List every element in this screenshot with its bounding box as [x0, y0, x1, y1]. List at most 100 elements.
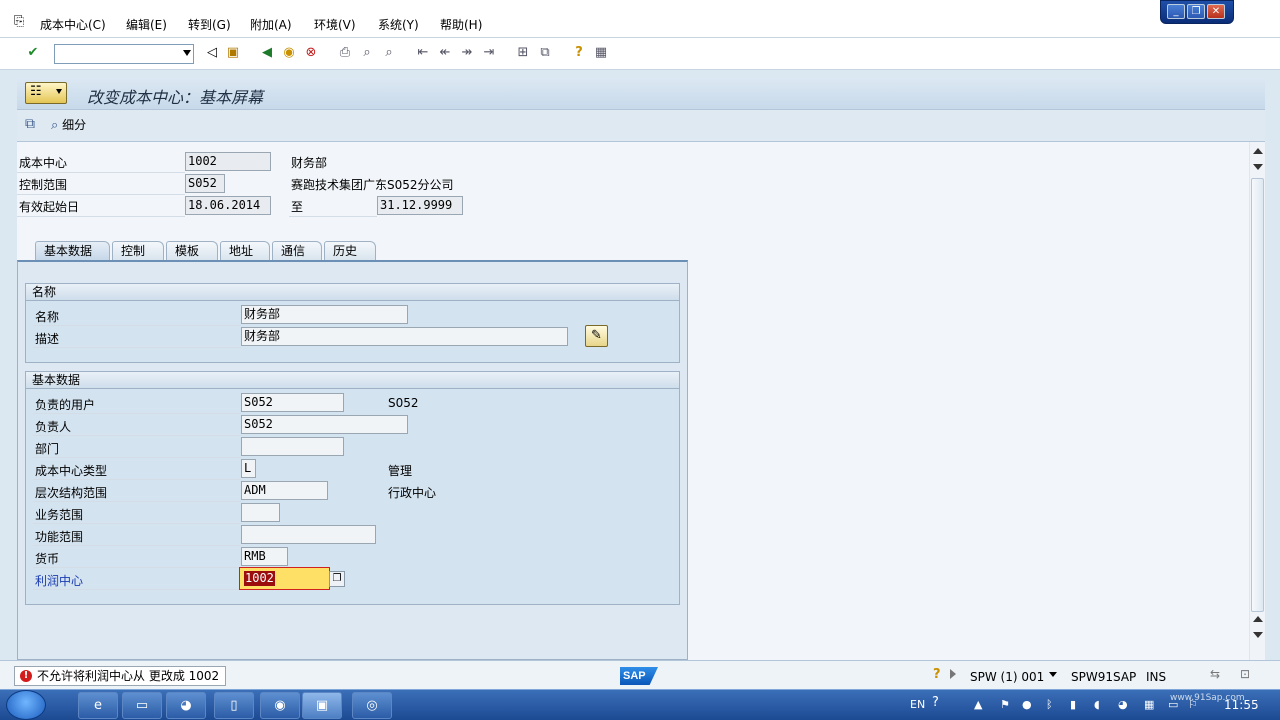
scroll-up-icon[interactable]: [1253, 148, 1263, 154]
create-session-icon[interactable]: ⊞: [514, 44, 532, 62]
title-bar: ☷ 改变成本中心：基本屏幕: [17, 78, 1265, 110]
vertical-scrollbar[interactable]: [1250, 142, 1265, 660]
controlling-area-field[interactable]: S052: [185, 174, 225, 193]
enter-check-icon[interactable]: ✔: [24, 44, 42, 62]
next-page-icon[interactable]: ↠: [458, 44, 476, 62]
cost-center-label: 成本中心: [19, 156, 68, 170]
user-responsible-field[interactable]: S052: [241, 393, 344, 412]
cancel-icon[interactable]: ⊗: [302, 44, 320, 62]
qq-icon[interactable]: ◕: [166, 692, 206, 719]
status-message-text: 不允许将利润中心从 更改成 1002: [37, 669, 220, 683]
start-button[interactable]: [6, 690, 46, 720]
qq-tray-icon[interactable]: ◕: [1118, 698, 1128, 711]
menu-extras[interactable]: 附加(A): [250, 16, 292, 33]
organize-icon[interactable]: ⧉: [25, 116, 35, 132]
transaction-menu-button[interactable]: ☷: [25, 82, 67, 104]
scroll-down-icon[interactable]: [1253, 632, 1263, 638]
menu-help[interactable]: 帮助(H): [440, 16, 482, 33]
tab-address[interactable]: 地址: [220, 241, 270, 261]
print-icon[interactable]: ⎙: [336, 44, 354, 62]
language-indicator[interactable]: EN: [910, 698, 925, 711]
menu-icon: ☷: [30, 84, 42, 99]
scroll-down-icon[interactable]: [1253, 164, 1263, 170]
restore-button[interactable]: ❐: [1187, 4, 1205, 19]
tab-history[interactable]: 历史: [324, 241, 376, 261]
basic-data-group-title: 基本数据: [26, 372, 679, 389]
bluetooth-icon[interactable]: ᛒ: [1046, 698, 1053, 711]
expand-triangle-icon[interactable]: [950, 669, 956, 679]
chevron-down-icon[interactable]: [183, 50, 191, 56]
layout-menu-icon[interactable]: ▦: [592, 44, 610, 62]
tab-control[interactable]: 控制: [112, 241, 164, 261]
department-field[interactable]: [241, 437, 344, 456]
valid-from-field[interactable]: 18.06.2014: [185, 196, 271, 215]
edit-text-icon[interactable]: ✎: [585, 325, 608, 347]
divider: [33, 413, 241, 414]
tab-communication[interactable]: 通信: [272, 241, 322, 261]
person-responsible-field[interactable]: S052: [241, 415, 408, 434]
flag-icon[interactable]: ⚑: [1000, 698, 1010, 711]
error-icon: !: [20, 670, 32, 682]
window-controls: _ ❐ ✕: [1160, 0, 1234, 24]
business-area-field[interactable]: [241, 503, 280, 522]
ie-icon[interactable]: e: [78, 692, 118, 719]
scroll-up-icon[interactable]: [1253, 616, 1263, 622]
status-message[interactable]: ! 不允许将利润中心从 更改成 1002: [14, 666, 226, 686]
search-help-icon[interactable]: ❐: [329, 571, 345, 587]
divider: [17, 216, 185, 217]
currency-field[interactable]: RMB: [241, 547, 288, 566]
save-icon[interactable]: ▣: [224, 44, 242, 62]
hierarchy-area-field[interactable]: ADM: [241, 481, 328, 500]
find-icon[interactable]: ⌕: [358, 44, 376, 62]
shortcut-icon[interactable]: ⧉: [536, 44, 554, 62]
chevron-down-icon[interactable]: [1049, 672, 1057, 677]
close-button[interactable]: ✕: [1207, 4, 1225, 19]
chrome-icon[interactable]: ◎: [352, 692, 392, 719]
cost-center-type-field[interactable]: L: [241, 459, 256, 478]
divider: [17, 172, 185, 173]
menu-system[interactable]: 系统(Y): [378, 16, 419, 33]
device-icon[interactable]: ▮: [1070, 698, 1076, 711]
description-field[interactable]: 财务部: [241, 327, 568, 346]
tab-templates[interactable]: 模板: [166, 241, 218, 261]
network-icon[interactable]: ▦: [1144, 698, 1154, 711]
tab-basic-data[interactable]: 基本数据: [35, 241, 110, 261]
status-bar: ! 不允许将利润中心从 更改成 1002 SAP ? SPW (1) 001 S…: [0, 660, 1280, 689]
sap-gui-icon[interactable]: ▣: [302, 692, 342, 719]
detail-button[interactable]: ⌕ 细分: [51, 116, 86, 136]
profit-center-field[interactable]: 1002: [239, 567, 330, 590]
functional-area-field[interactable]: [241, 525, 376, 544]
last-page-icon[interactable]: ⇥: [480, 44, 498, 62]
back-icon[interactable]: ◀: [258, 44, 276, 62]
command-field[interactable]: [54, 44, 194, 64]
menu-goto[interactable]: 转到(G): [188, 16, 231, 33]
find-next-icon[interactable]: ⌕: [380, 44, 398, 62]
back-triangle-icon[interactable]: ◁: [203, 44, 221, 62]
menu-environment[interactable]: 环境(V): [314, 16, 356, 33]
exit-icon[interactable]: ◉: [280, 44, 298, 62]
menu-cost-center[interactable]: 成本中心(C): [40, 16, 106, 33]
tray-app-icon[interactable]: ●: [1022, 698, 1032, 711]
divider: [33, 435, 241, 436]
valid-to-field[interactable]: 31.12.9999: [377, 196, 463, 215]
scrollbar-thumb[interactable]: [1251, 178, 1264, 612]
help-icon[interactable]: ?: [570, 44, 588, 62]
name-field[interactable]: 财务部: [241, 305, 408, 324]
application-toolbar: ⧉ ⌕ 细分: [17, 110, 1265, 142]
previous-page-icon[interactable]: ↞: [436, 44, 454, 62]
show-hidden-icons[interactable]: ▲: [974, 698, 982, 711]
menu-edit[interactable]: 编辑(E): [126, 16, 167, 33]
minimize-button[interactable]: _: [1167, 4, 1185, 19]
controlling-area-text: 赛跑技术集团广东S052分公司: [291, 178, 454, 192]
hierarchy-area-label: 层次结构范围: [35, 486, 108, 500]
help-tray-icon[interactable]: ?: [932, 695, 939, 710]
volume-icon[interactable]: ◖: [1094, 698, 1100, 711]
media-player-icon[interactable]: ◉: [260, 692, 300, 719]
cost-center-field[interactable]: 1002: [185, 152, 271, 171]
notepad-icon[interactable]: ▯: [214, 692, 254, 719]
first-page-icon[interactable]: ⇤: [414, 44, 432, 62]
controlling-area-label: 控制范围: [19, 178, 68, 192]
help-icon[interactable]: ?: [933, 667, 941, 682]
folder-icon[interactable]: ▭: [122, 692, 162, 719]
app-menu-icon[interactable]: ⎘: [14, 14, 24, 29]
